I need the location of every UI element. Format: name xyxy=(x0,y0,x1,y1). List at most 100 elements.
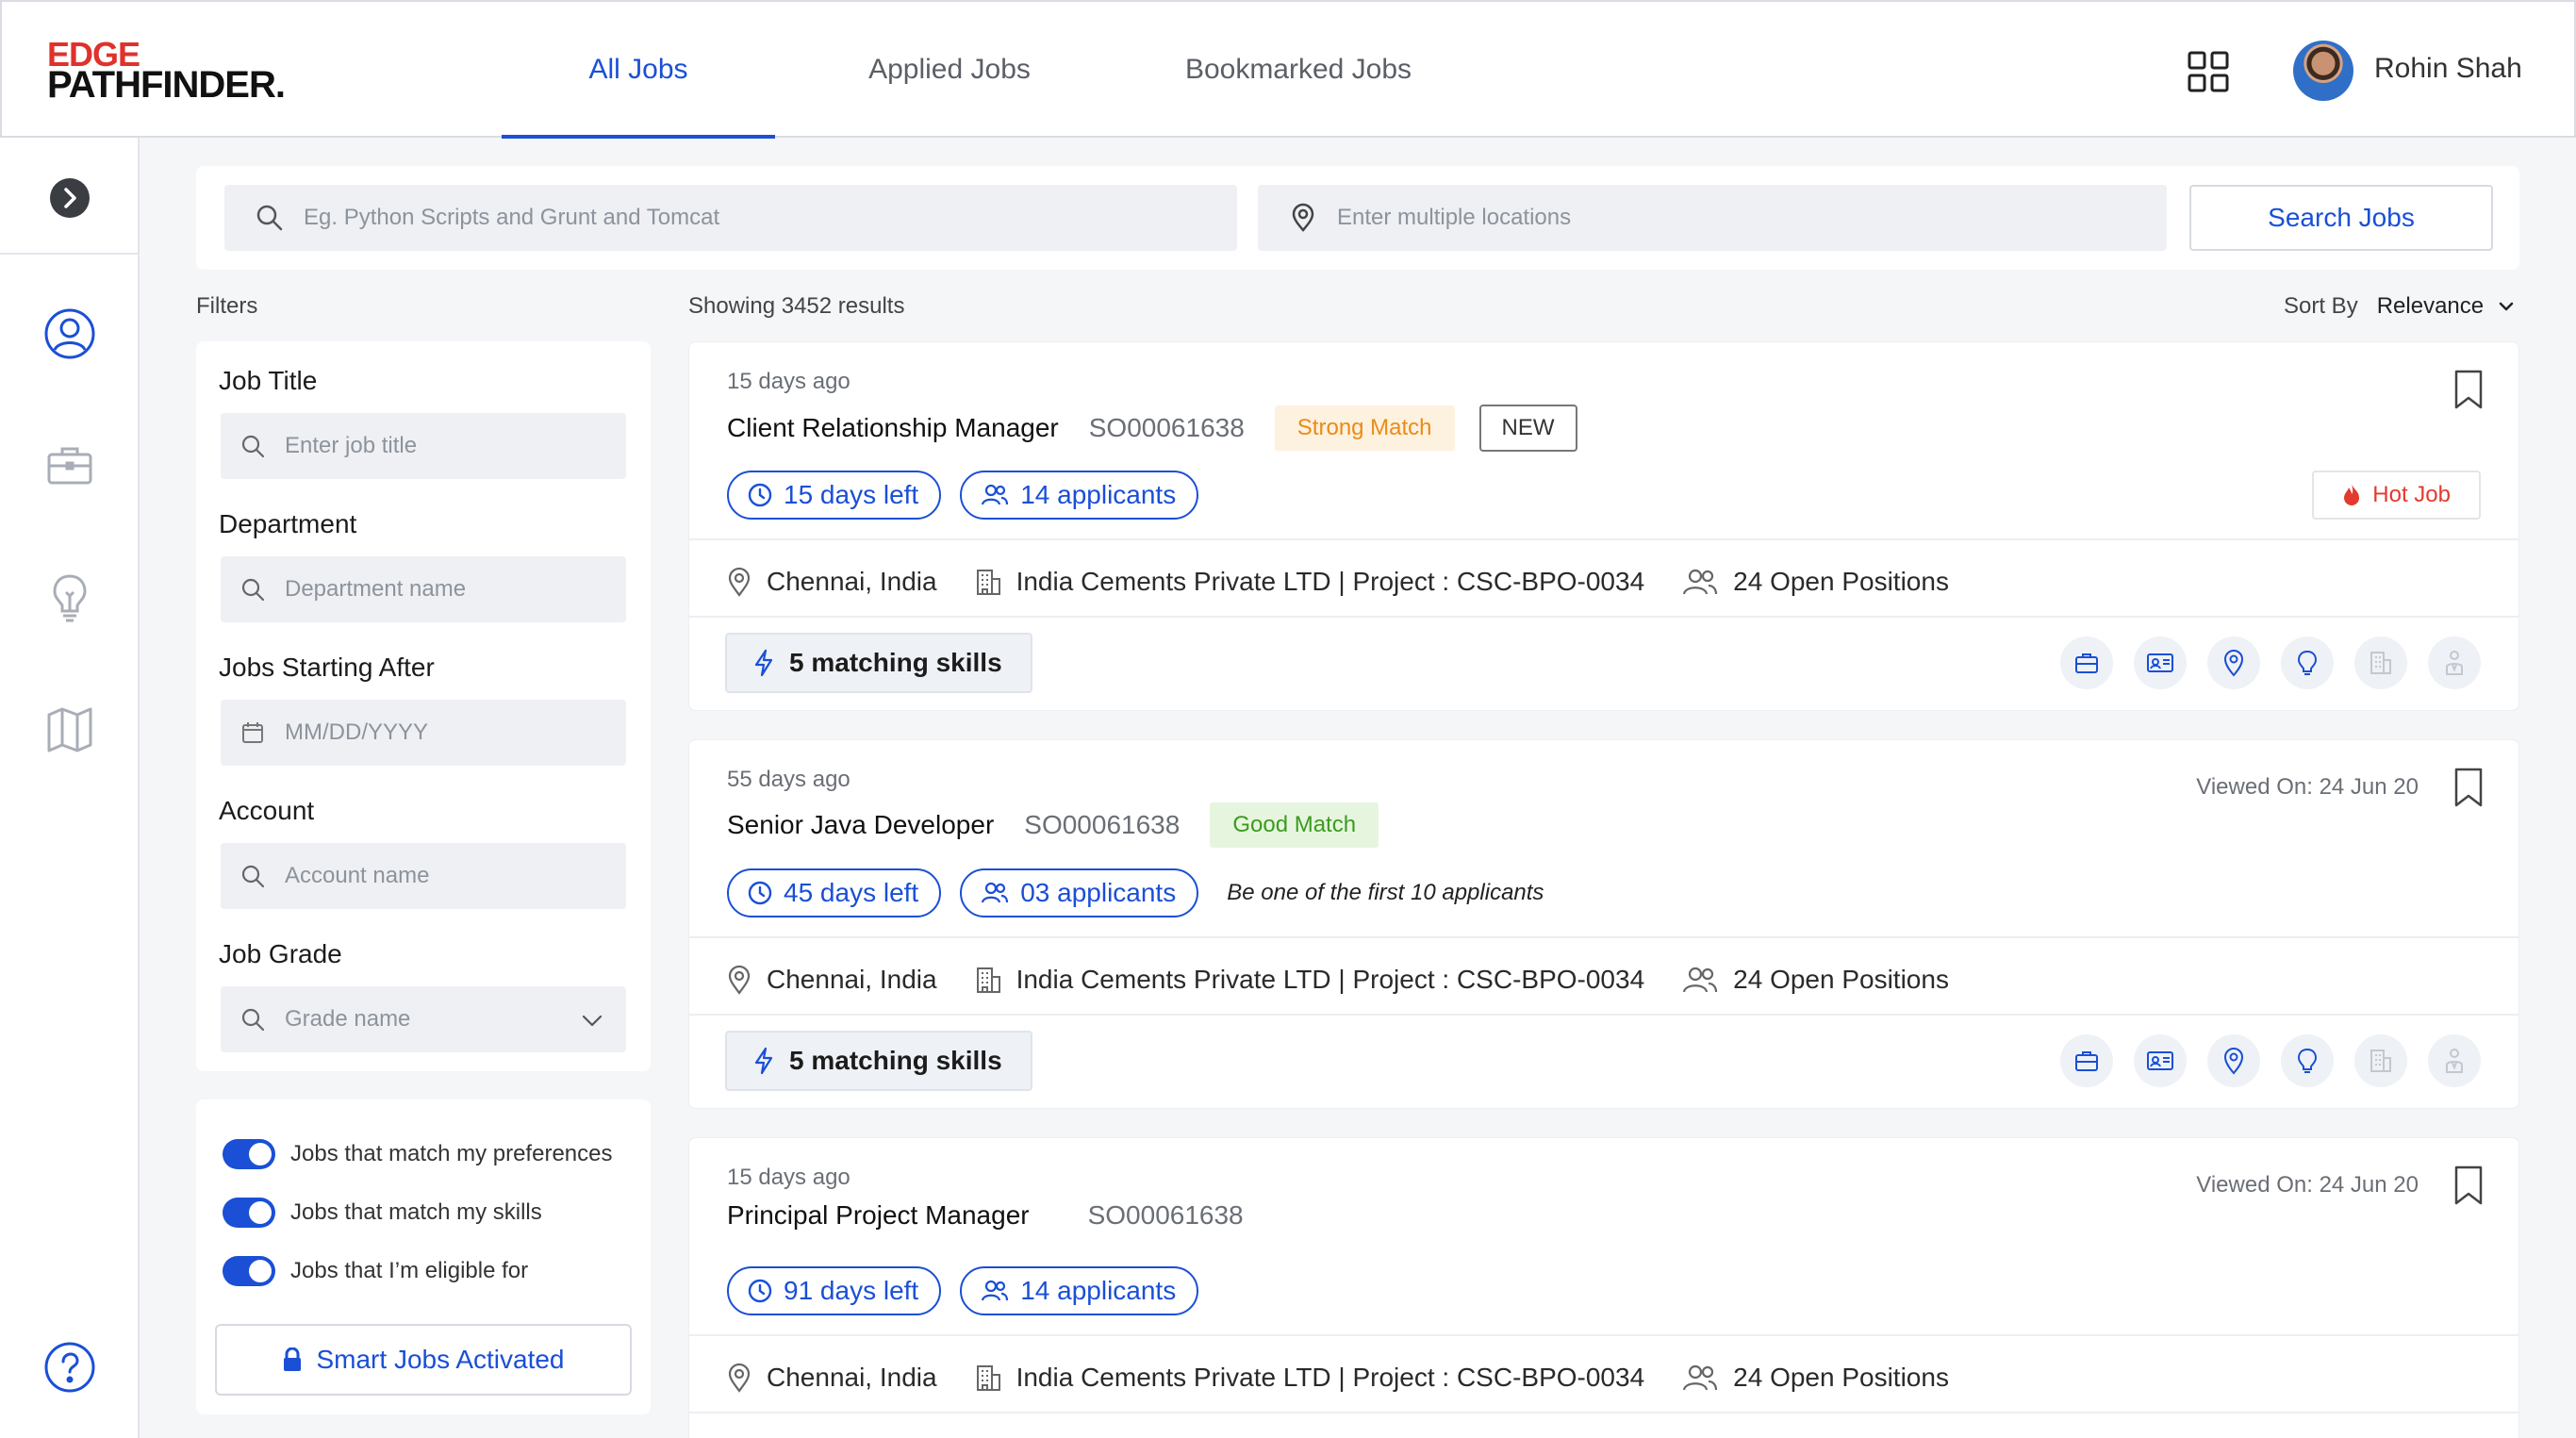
job-company: India Cements Private LTD | Project : CS… xyxy=(975,1363,1645,1393)
bookmark-icon[interactable] xyxy=(2452,369,2485,410)
help-icon[interactable] xyxy=(43,1341,96,1394)
building-icon[interactable] xyxy=(2354,636,2407,689)
job-positions: 24 Open Positions xyxy=(1682,965,1949,995)
applicants-pill[interactable]: 03 applicants xyxy=(960,868,1199,917)
keyword-search-input[interactable]: Eg. Python Scripts and Grunt and Tomcat xyxy=(224,185,1237,251)
job-positions: 24 Open Positions xyxy=(1682,1363,1949,1393)
job-title-input[interactable]: Enter job title xyxy=(221,413,626,479)
brand-logo[interactable]: EDGE PATHFINDER. xyxy=(47,38,286,105)
calendar-icon xyxy=(242,722,263,743)
job-pills: 45 days left 03 applicants Be one of the… xyxy=(727,868,1544,917)
start-date-label: Jobs Starting After xyxy=(219,653,435,682)
toggle-eligible-row[interactable]: Jobs that I’m eligible for xyxy=(223,1256,528,1286)
job-card[interactable]: 15 days ago Principal Project Manager SO… xyxy=(688,1137,2519,1438)
job-company: India Cements Private LTD | Project : CS… xyxy=(975,965,1644,995)
user-avatar[interactable] xyxy=(2293,41,2353,101)
search-icon xyxy=(241,435,265,458)
sort-value: Relevance xyxy=(2376,293,2485,319)
job-grade-label: Job Grade xyxy=(219,939,342,968)
bookmark-icon[interactable] xyxy=(2452,1165,2485,1206)
job-card[interactable]: 15 days ago Client Relationship Manager … xyxy=(688,341,2519,711)
matching-skills-button[interactable]: 5 matching skills xyxy=(725,633,1032,693)
account-input[interactable]: Account name xyxy=(221,843,626,909)
days-left: 15 days left xyxy=(784,480,919,509)
lightbulb-icon[interactable] xyxy=(2281,636,2334,689)
department-input[interactable]: Department name xyxy=(221,556,626,622)
location-pin-icon[interactable] xyxy=(2207,636,2260,689)
company-text: India Cements Private LTD | Project : CS… xyxy=(1016,1363,1645,1392)
search-icon xyxy=(241,1008,265,1032)
location-pin-icon[interactable] xyxy=(2207,1034,2260,1087)
sort-dropdown[interactable]: Sort By Relevance xyxy=(2284,293,2516,320)
person-icon[interactable] xyxy=(2428,1034,2481,1087)
tab-all-jobs[interactable]: All Jobs xyxy=(502,2,775,139)
job-title[interactable]: Principal Project Manager xyxy=(727,1200,1030,1231)
posted-ago: 15 days ago xyxy=(727,1165,850,1190)
job-meta: Chennai, India India Cements Private LTD… xyxy=(727,951,1987,1008)
tab-bookmarked-jobs[interactable]: Bookmarked Jobs xyxy=(1124,2,1473,138)
search-jobs-button[interactable]: Search Jobs xyxy=(2189,185,2493,251)
job-meta: Chennai, India India Cements Private LTD… xyxy=(727,1349,1987,1406)
clock-icon xyxy=(748,1279,772,1303)
search-bar: Eg. Python Scripts and Grunt and Tomcat … xyxy=(196,166,2519,270)
toggle-skills-row[interactable]: Jobs that match my skills xyxy=(223,1198,542,1228)
search-icon xyxy=(241,578,265,602)
lightning-icon xyxy=(754,649,773,677)
filters-heading: Filters xyxy=(196,293,258,319)
job-card[interactable]: 55 days ago Senior Java Developer SO0006… xyxy=(688,739,2519,1109)
toggle-skills[interactable] xyxy=(223,1198,275,1228)
id-card-icon[interactable] xyxy=(2134,1034,2187,1087)
job-pills: 91 days left 14 applicants xyxy=(727,1266,1217,1315)
main-tabs: All Jobs Applied Jobs Bookmarked Jobs xyxy=(502,2,1473,140)
toggle-preferences-row[interactable]: Jobs that match my preferences xyxy=(223,1139,612,1169)
tab-applied-jobs[interactable]: Applied Jobs xyxy=(775,2,1124,138)
id-card-icon[interactable] xyxy=(2134,636,2187,689)
toggle-preferences[interactable] xyxy=(223,1139,275,1169)
location-pin-icon xyxy=(1292,203,1314,232)
card-divider xyxy=(689,1412,2518,1413)
bookmark-icon[interactable] xyxy=(2452,767,2485,808)
users-icon xyxy=(982,1280,1009,1301)
users-icon xyxy=(1683,569,1718,595)
hot-job-label: Hot Job xyxy=(2372,482,2451,507)
days-left-pill: 45 days left xyxy=(727,868,942,917)
location-search-input[interactable]: Enter multiple locations xyxy=(1258,185,2167,251)
briefcase-icon[interactable] xyxy=(43,439,96,492)
applicants-pill[interactable]: 14 applicants xyxy=(960,471,1199,520)
building-icon[interactable] xyxy=(2354,1034,2407,1087)
search-icon xyxy=(241,865,265,888)
toggle-skills-label: Jobs that match my skills xyxy=(290,1199,542,1225)
days-left: 91 days left xyxy=(784,1276,919,1305)
apps-grid-icon[interactable] xyxy=(2188,51,2229,92)
job-grade-select[interactable]: Grade name xyxy=(221,986,626,1052)
applicants-pill[interactable]: 14 applicants xyxy=(960,1266,1199,1315)
job-code: SO00061638 xyxy=(1087,1200,1244,1230)
profile-icon[interactable] xyxy=(43,307,96,360)
toggle-eligible[interactable] xyxy=(223,1256,275,1286)
location-text: Chennai, India xyxy=(767,965,937,994)
briefcase-icon[interactable] xyxy=(2060,1034,2113,1087)
lightning-icon xyxy=(754,1047,773,1075)
job-title-row: Client Relationship Manager SO00061638 S… xyxy=(727,405,1577,452)
user-name[interactable]: Rohin Shah xyxy=(2374,53,2522,85)
users-icon xyxy=(1683,1364,1718,1391)
lightbulb-icon[interactable] xyxy=(43,571,96,624)
smart-jobs-button[interactable]: Smart Jobs Activated xyxy=(215,1324,632,1396)
smart-jobs-label: Smart Jobs Activated xyxy=(316,1345,565,1374)
company-text: India Cements Private LTD | Project : CS… xyxy=(1016,567,1645,596)
toggle-preferences-label: Jobs that match my preferences xyxy=(290,1141,613,1166)
job-grade-placeholder: Grade name xyxy=(285,1006,411,1032)
start-date-input[interactable]: MM/DD/YYYY xyxy=(221,700,626,766)
lightbulb-icon[interactable] xyxy=(2281,1034,2334,1087)
job-title[interactable]: Client Relationship Manager xyxy=(727,413,1059,443)
map-icon[interactable] xyxy=(43,703,96,756)
expand-rail-icon[interactable] xyxy=(49,177,91,219)
job-title[interactable]: Senior Java Developer xyxy=(727,810,994,840)
briefcase-icon[interactable] xyxy=(2060,636,2113,689)
left-rail xyxy=(0,138,140,1438)
search-icon xyxy=(256,205,283,231)
matching-skills-button[interactable]: 5 matching skills xyxy=(725,1031,1032,1091)
chevron-down-icon xyxy=(2499,302,2514,311)
person-icon[interactable] xyxy=(2428,636,2481,689)
card-divider xyxy=(689,538,2518,540)
